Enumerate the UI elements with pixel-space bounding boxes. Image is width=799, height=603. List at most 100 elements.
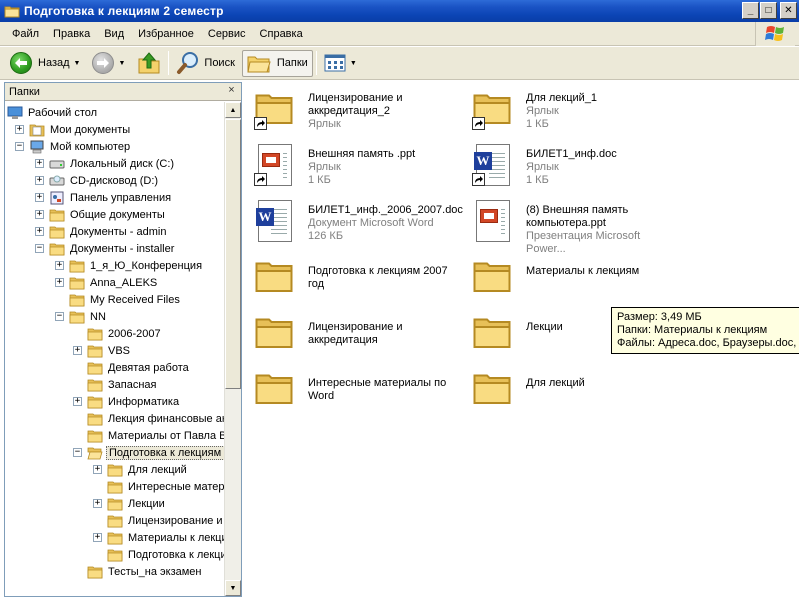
search-button[interactable]: Поиск: [172, 50, 238, 77]
tree-item[interactable]: − NN: [55, 308, 108, 325]
tree-item-label: Запасная: [108, 378, 157, 391]
title-bar[interactable]: Подготовка к лекциям 2 семестр _ □ ✕: [0, 0, 799, 22]
tree-item[interactable]: Рабочий стол: [7, 104, 99, 121]
menu-tools[interactable]: Сервис: [201, 25, 253, 43]
back-dropdown-icon[interactable]: ▼: [74, 60, 81, 67]
tree-item[interactable]: +1_я_Ю_Конференция: [55, 257, 204, 274]
forward-dropdown-icon[interactable]: ▼: [118, 60, 125, 67]
back-button[interactable]: Назад ▼: [6, 50, 84, 77]
tree-item[interactable]: − Документы - installer: [35, 240, 176, 257]
folder-icon: [87, 429, 103, 443]
file-name: Внешняя память .ppt: [308, 148, 416, 160]
folder-item[interactable]: Подготовка к лекциям 2007 год: [252, 254, 462, 304]
folder-item[interactable]: Лицензирование и аккредитация_2 Ярлык: [252, 86, 462, 136]
menu-favorites[interactable]: Избранное: [131, 25, 201, 43]
tree-item[interactable]: + Локальный диск (C:): [35, 155, 176, 172]
close-pane-icon[interactable]: ×: [225, 85, 238, 98]
folder-icon: [252, 254, 300, 302]
file-item[interactable]: Внешняя память .ppt Ярлык 1 КБ: [252, 142, 462, 192]
folders-button[interactable]: Папки: [241, 49, 313, 77]
expand-icon[interactable]: +: [35, 210, 44, 219]
forward-button[interactable]: ▼: [88, 50, 129, 77]
tree-item[interactable]: + CD-дисковод (D:): [35, 172, 160, 189]
maximize-button[interactable]: □: [760, 2, 777, 19]
scroll-up-icon[interactable]: ▲: [225, 102, 241, 118]
tree-item[interactable]: My Received Files: [55, 291, 182, 308]
expand-icon[interactable]: +: [15, 125, 24, 134]
file-item[interactable]: W БИЛЕТ1_инф.doc Ярлык 1 КБ: [470, 142, 680, 192]
tree-item[interactable]: Девятая работа: [73, 359, 191, 376]
tree-item[interactable]: Подготовка к лекци: [93, 546, 224, 563]
tree-item[interactable]: + Anna_ALEKS: [55, 274, 159, 291]
tree-item[interactable]: Тесты_на экзамен: [73, 563, 204, 580]
collapse-icon[interactable]: −: [15, 142, 24, 151]
menu-view[interactable]: Вид: [97, 25, 131, 43]
tree-item[interactable]: 2006-2007: [73, 325, 163, 342]
file-details: Подготовка к лекциям 2007 год: [308, 265, 462, 304]
tree-item[interactable]: + Документы - admin: [35, 223, 168, 240]
file-details: Для лекций_1 Ярлык 1 КБ: [526, 92, 680, 136]
tree-item[interactable]: + Панель управления: [35, 189, 173, 206]
folder-icon: [252, 310, 300, 358]
tree-item[interactable]: + Мои документы: [15, 121, 132, 138]
menu-edit[interactable]: Правка: [46, 25, 97, 43]
folder-item[interactable]: Для лекций: [470, 366, 680, 416]
expand-icon[interactable]: +: [35, 159, 44, 168]
views-dropdown-icon[interactable]: ▼: [350, 60, 357, 67]
folder-icon: [252, 366, 300, 414]
minimize-button[interactable]: _: [742, 2, 759, 19]
folder-item[interactable]: Лицензирование и аккредитация: [252, 310, 462, 360]
collapse-icon[interactable]: −: [73, 448, 82, 457]
tree-item[interactable]: + VBS: [73, 342, 132, 359]
expand-icon[interactable]: +: [93, 533, 102, 542]
file-item[interactable]: (8) Внешняя память компьютера.ppt Презент…: [470, 198, 680, 255]
tree-item[interactable]: Лекция финансовые ана: [73, 410, 224, 427]
expand-icon[interactable]: +: [73, 397, 82, 406]
file-details: Внешняя память .ppt Ярлык 1 КБ: [308, 148, 462, 192]
views-button[interactable]: ▼: [320, 50, 361, 77]
folder-item[interactable]: Материалы к лекциям: [470, 254, 680, 304]
file-name: БИЛЕТ1_инф._2006_2007.doc: [308, 204, 463, 216]
expand-icon[interactable]: +: [93, 465, 102, 474]
scroll-thumb[interactable]: [225, 119, 241, 389]
tree-item[interactable]: Интересные матери: [93, 478, 224, 495]
tree-item[interactable]: + Общие документы: [35, 206, 167, 223]
up-button[interactable]: [133, 50, 165, 77]
expand-icon[interactable]: +: [35, 176, 44, 185]
file-item[interactable]: W БИЛЕТ1_инф._2006_2007.doc Документ Micro…: [252, 198, 463, 248]
file-type: Ярлык: [526, 105, 559, 117]
collapse-icon[interactable]: −: [35, 244, 44, 253]
file-type: Ярлык: [308, 161, 341, 173]
tree-item[interactable]: + Материалы к лекци: [93, 529, 224, 546]
folder-item[interactable]: Для лекций_1 Ярлык 1 КБ: [470, 86, 680, 136]
tree-item[interactable]: + Для лекций: [93, 461, 189, 478]
expand-icon[interactable]: +: [73, 346, 82, 355]
menu-file[interactable]: Файл: [5, 25, 46, 43]
expand-icon[interactable]: +: [35, 227, 44, 236]
expand-icon[interactable]: +: [55, 261, 64, 270]
folder-icon: [252, 86, 300, 134]
collapse-icon[interactable]: −: [55, 312, 64, 321]
menu-help[interactable]: Справка: [253, 25, 310, 43]
tree-item[interactable]: Запасная: [73, 376, 159, 393]
folder-item[interactable]: Интересные материалы по Word: [252, 366, 462, 416]
tree-item[interactable]: − Мой компьютер: [15, 138, 132, 155]
back-label: Назад: [38, 57, 70, 69]
tree-item[interactable]: + Информатика: [73, 393, 181, 410]
tree-item-label: Мой компьютер: [50, 140, 131, 153]
expand-icon[interactable]: +: [93, 499, 102, 508]
tree-scrollbar[interactable]: ▲ ▼: [224, 102, 241, 596]
expand-icon[interactable]: +: [35, 193, 44, 202]
file-details: БИЛЕТ1_инф.doc Ярлык 1 КБ: [526, 148, 680, 192]
tree-item[interactable]: Лицензирование и а: [93, 512, 224, 529]
file-name: Интересные материалы по Word: [308, 377, 447, 402]
tree-item-label: Панель управления: [70, 191, 172, 204]
document-page: W: [256, 200, 292, 242]
tree-item-label: Подготовка к лекци: [128, 548, 224, 561]
tree-item[interactable]: + Лекции: [93, 495, 167, 512]
scroll-down-icon[interactable]: ▼: [225, 580, 241, 596]
tree-item[interactable]: Материалы от Павла Ва: [73, 427, 224, 444]
tree-item[interactable]: − Подготовка к лекциям 2: [73, 444, 224, 461]
expand-icon[interactable]: +: [55, 278, 64, 287]
close-button[interactable]: ✕: [780, 2, 797, 19]
